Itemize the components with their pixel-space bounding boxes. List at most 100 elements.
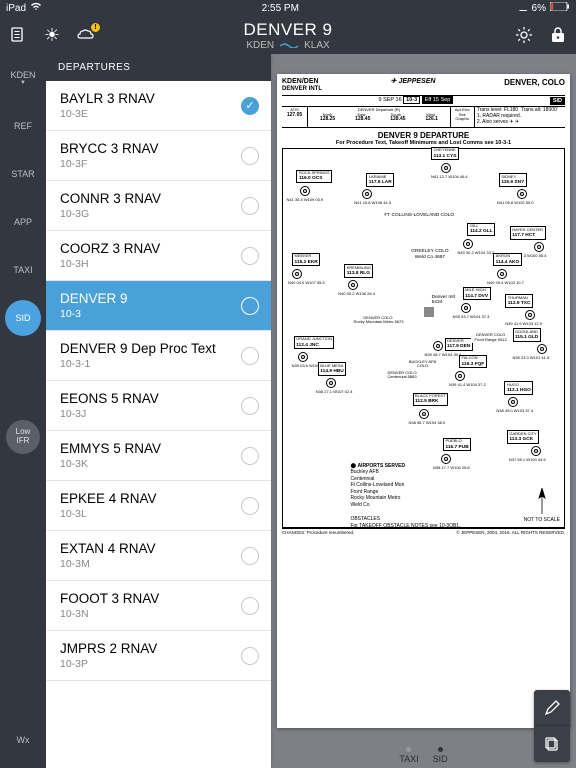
navaid: MILE HIGH114.7 DVVN39 53.7 W104 37.3 — [461, 303, 471, 313]
navaid: FT COLLINS-LOVELAND COLOFt Collins-Lovel… — [413, 227, 423, 237]
departure-radio[interactable] — [241, 147, 259, 165]
route-origin: KDEN — [246, 40, 274, 51]
nav-rail: KDEN▼ REF STAR APP TAXI SID Low IFR Wx — [0, 54, 46, 768]
jeppesen-logo: ✈ JEPPESEN — [391, 78, 436, 85]
sun-icon[interactable]: ☀ — [42, 25, 62, 45]
navaid: GOODLAND115.1 GLDN39 23.3 W101 41.5 — [537, 344, 547, 354]
status-bar: iPad 2:55 PM ⚊ 6% — [0, 0, 576, 16]
departure-row[interactable]: JMPRS 2 RNAV 10-3P — [46, 631, 271, 681]
navaid: MEEKER115.2 EKRN40 04.0 W107 55.5 — [292, 269, 302, 279]
navaid: AKRON114.4 AKON40 09.4 W103 10.7 — [497, 269, 507, 279]
departure-row[interactable]: DENVER 9 Dep Proc Text 10-3-1 — [46, 331, 271, 381]
departure-name: DENVER 9 Dep Proc Text — [60, 341, 216, 356]
departure-name: EEONS 5 RNAV — [60, 391, 159, 406]
rail-sid[interactable]: SID — [5, 300, 41, 336]
departure-code: 10-3P — [60, 658, 157, 670]
departure-radio[interactable] — [241, 447, 259, 465]
clock: 2:55 PM — [262, 3, 299, 14]
departure-code: 10-3N — [60, 608, 159, 620]
navaid: FALCON116.3 FQFN39 41.4 W104 37.2 — [455, 371, 465, 381]
pager-tab-sid[interactable]: SID — [433, 754, 448, 764]
rail-app[interactable]: APP — [5, 204, 41, 240]
rail-star[interactable]: STAR — [5, 156, 41, 192]
navaid: PUEBLO116.7 PUBN38 17.7 W104 25.8 — [441, 454, 451, 464]
departure-code: 10-3E — [60, 108, 155, 120]
departure-code: 10-3-1 — [60, 358, 216, 370]
navaid: DENVER COLORocky Mountain Metro 5673 — [382, 325, 392, 335]
departure-radio[interactable] — [241, 297, 259, 315]
rail-airport[interactable]: KDEN▼ — [5, 60, 41, 96]
departure-row[interactable]: COORZ 3 RNAV10-3H — [46, 231, 271, 281]
copy-button[interactable] — [534, 726, 570, 762]
navaid: HUGO112.1 HGON38 49.0 W103 37.4 — [508, 397, 518, 407]
navaid: DENVER COLOCentennial 5883 — [396, 375, 406, 385]
departure-name: JMPRS 2 RNAV — [60, 641, 157, 656]
rail-ref[interactable]: REF — [5, 108, 41, 144]
departure-name: EXTAN 4 RNAV — [60, 541, 156, 556]
departure-radio[interactable] — [241, 647, 259, 665]
device-label: iPad — [6, 3, 26, 14]
departure-code: 10-3G — [60, 208, 161, 220]
navaid: GREELEY COLOWeld Co 4697 — [427, 265, 437, 275]
weather-alert-icon[interactable]: ! — [76, 25, 96, 45]
route-wave-icon — [280, 43, 298, 48]
departure-row[interactable]: FOOOT 3 RNAV10-3N — [46, 581, 271, 631]
departure-row[interactable]: CONNR 3 RNAV10-3G — [46, 181, 271, 231]
departure-radio[interactable] — [241, 197, 259, 215]
departure-row[interactable]: EEONS 5 RNAV10-3J — [46, 381, 271, 431]
departure-radio[interactable] — [241, 497, 259, 515]
route-dest: KLAX — [304, 40, 330, 51]
navaid: KREMMLING113.8 RLGN40 00.2 W106 26.4 — [348, 280, 358, 290]
chevron-down-icon: ▼ — [20, 80, 26, 86]
north-arrow-icon — [535, 488, 549, 514]
departure-radio[interactable] — [241, 347, 259, 365]
wifi-icon — [30, 2, 42, 14]
departure-row[interactable]: EXTAN 4 RNAV 10-3M — [46, 531, 271, 581]
gear-icon[interactable] — [514, 25, 534, 45]
rail-taxi[interactable]: TAXI — [5, 252, 41, 288]
departure-radio[interactable]: ✓ — [241, 97, 259, 115]
rail-enroute[interactable]: Low IFR — [6, 420, 40, 454]
navaid: THURMAN112.9 TXCN39 41.9 W103 12.9 — [525, 310, 535, 320]
rail-wx[interactable]: Wx — [5, 722, 41, 758]
navaid: BLUE MESA114.9 HBUN38 27.1 W107 02.4 — [326, 378, 336, 388]
page-title: DENVER 9 — [195, 20, 382, 40]
chart-panel[interactable]: KDEN/DEN DENVER INTL ✈ JEPPESEN DENVER, … — [271, 54, 576, 768]
departure-code: 10-3 — [60, 308, 128, 320]
departure-name: EMMYS 5 RNAV — [60, 441, 161, 456]
navaid: Denver Intl5434 — [424, 307, 434, 317]
chart-map: ⬤ AIRPORTS SERVED Buckley AFB Centennial… — [282, 148, 565, 528]
departures-list[interactable]: BAYLR 3 RNAV 10-3E ✓ BRYCC 3 RNAV 10-3F CONNR… — [46, 81, 271, 768]
departure-row[interactable]: EPKEE 4 RNAV10-3L — [46, 481, 271, 531]
navaid: DENVER COLOFront Range 5512 — [461, 337, 471, 347]
departure-radio[interactable] — [241, 397, 259, 415]
battery-icon — [550, 2, 570, 14]
navaid: GARDEN CITY113.3 GCKN37 55.1 W100 43.5 — [531, 446, 541, 456]
departure-name: DENVER 9 — [60, 291, 128, 306]
navaid: CHEYENNE113.1 CYSN41 12.7 W104 46.4 — [441, 163, 451, 173]
departure-name: BRYCC 3 RNAV — [60, 141, 159, 156]
departure-row[interactable]: DENVER 9 10-3 — [46, 281, 271, 331]
pager-tab-taxi[interactable]: TAXI — [399, 754, 418, 764]
departure-code: 10-3F — [60, 158, 159, 170]
chart-pager[interactable]: TAXI SID — [271, 747, 576, 764]
lock-icon[interactable] — [548, 25, 568, 45]
chart-ident: KDEN/DEN — [282, 78, 322, 86]
departure-row[interactable]: BAYLR 3 RNAV 10-3E ✓ — [46, 81, 271, 131]
departure-radio[interactable] — [241, 547, 259, 565]
navaid: GRAND JUNCTION112.4 JNCN39 03.6 W108 47.… — [298, 352, 308, 362]
documents-icon[interactable] — [8, 25, 28, 45]
departure-code: 10-3K — [60, 458, 161, 470]
bluetooth-icon: ⚊ — [519, 3, 528, 14]
departure-radio[interactable] — [241, 247, 259, 265]
departure-radio[interactable] — [241, 597, 259, 615]
departure-name: BAYLR 3 RNAV — [60, 91, 155, 106]
navaid: HAYES CENTER117.7 HCTN40 27.3 W100 55.4 — [534, 242, 544, 252]
route-subtitle[interactable]: KDEN KLAX — [195, 40, 382, 51]
annotate-button[interactable] — [534, 690, 570, 726]
navaid: SIDNEY115.9 SNYN41 05.8 W102 59.0 — [517, 189, 527, 199]
departure-code: 10-3M — [60, 558, 156, 570]
departure-row[interactable]: BRYCC 3 RNAV 10-3F — [46, 131, 271, 181]
departures-title: DEPARTURES — [58, 62, 130, 73]
departure-row[interactable]: EMMYS 5 RNAV 10-3K — [46, 431, 271, 481]
